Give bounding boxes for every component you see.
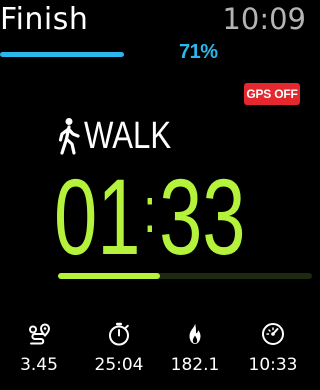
stat-pace-value: 10:33 — [248, 355, 298, 375]
flame-icon — [189, 323, 201, 344]
stat-duration: 25:04 — [89, 322, 149, 375]
timer-minutes: 01 — [54, 156, 141, 277]
finish-button[interactable]: Finish — [0, 2, 88, 37]
stat-distance-value: 3.45 — [20, 355, 58, 375]
goal-progress-bar — [0, 52, 174, 57]
stat-duration-value: 25:04 — [94, 355, 144, 375]
lap-progress-fill — [58, 273, 160, 279]
timer-separator: : — [143, 174, 157, 246]
walking-person-icon — [58, 118, 80, 155]
activity-mode: WALK — [58, 115, 190, 157]
goal-progress-fill — [0, 52, 124, 57]
elapsed-timer: 01:33 — [54, 152, 246, 275]
route-distance-icon — [29, 323, 51, 345]
timer-seconds: 33 — [159, 156, 246, 277]
stat-calories: 182.1 — [165, 322, 225, 375]
lap-progress-bar — [58, 273, 312, 279]
stat-calories-value: 182.1 — [170, 355, 220, 375]
stat-pace: 10:33 — [243, 322, 303, 375]
speedometer-icon — [262, 323, 284, 345]
stopwatch-icon — [109, 322, 129, 346]
gps-status-badge: GPS OFF — [244, 83, 300, 105]
goal-progress-percent: 71% — [179, 41, 218, 63]
clock-time: 10:09 — [222, 2, 306, 36]
stat-distance: 3.45 — [9, 322, 69, 375]
